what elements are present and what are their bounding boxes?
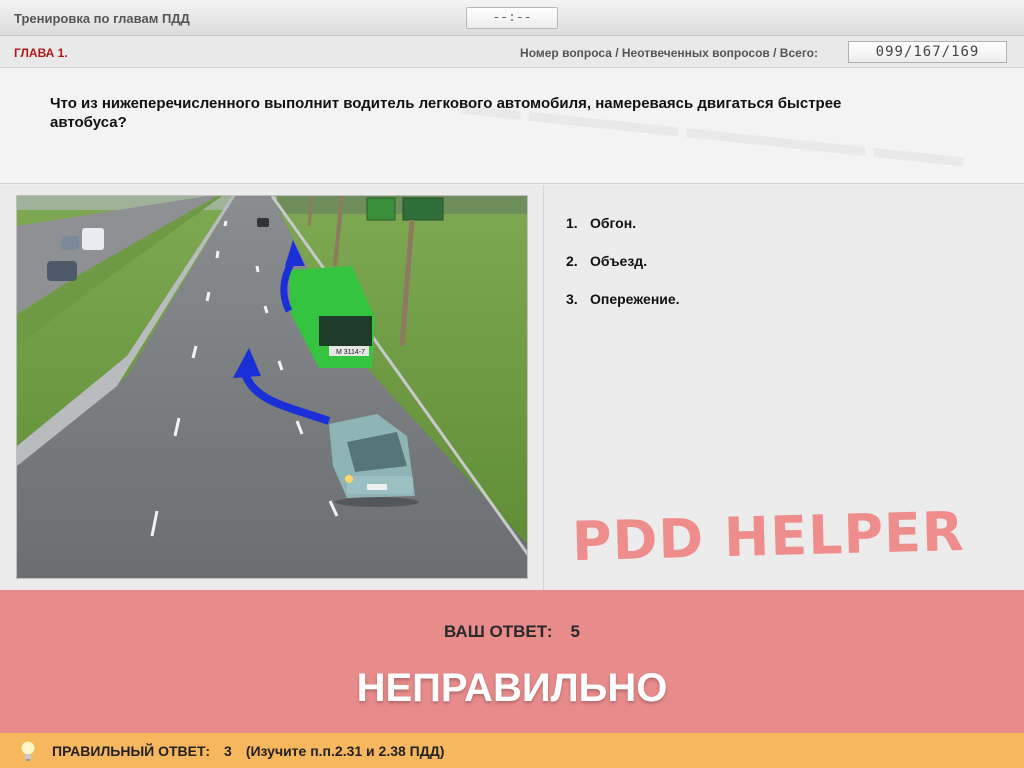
your-answer-value: 5 xyxy=(570,622,581,641)
answer-option-3[interactable]: 3. Опережение. xyxy=(566,291,1006,329)
question-counter: 099/167/169 xyxy=(848,41,1007,63)
answer-number: 3. xyxy=(566,291,578,307)
correct-answer-text: ПРАВИЛЬНЫЙ ОТВЕТ: 3 (Изучите п.п.2.31 и 2.… xyxy=(52,743,458,759)
correct-answer-bar: ПРАВИЛЬНЫЙ ОТВЕТ: 3 (Изучите п.п.2.31 и 2.… xyxy=(0,733,1024,768)
lightbulb-icon xyxy=(20,740,36,761)
bus-plate: М 3114-7 xyxy=(336,349,365,356)
answer-option-1[interactable]: 1. Обгон. xyxy=(566,215,1006,253)
road-scene-illustration: М 3114-7 xyxy=(17,196,527,578)
timer-display: --:-- xyxy=(466,7,558,29)
correct-answer-label: ПРАВИЛЬНЫЙ ОТВЕТ: xyxy=(52,743,211,759)
question-image: М 3114-7 xyxy=(16,195,528,579)
answer-text: Опережение. xyxy=(590,291,680,307)
answer-number: 1. xyxy=(566,215,578,231)
answer-text: Обгон. xyxy=(590,215,637,231)
your-answer-label: ВАШ ОТВЕТ: xyxy=(443,622,553,641)
rule-reference: (Изучите п.п.2.31 и 2.38 ПДД) xyxy=(245,743,445,759)
question-panel: ▬▬ ▬▬▬▬▬ ▬▬▬▬▬▬ ▬▬▬ Что из нижеперечисле… xyxy=(0,68,1024,184)
correct-answer-value: 3 xyxy=(224,743,232,759)
result-panel: ВАШ ОТВЕТ: 5 НЕПРАВИЛЬНО xyxy=(0,590,1024,733)
chapter-bar: ГЛАВА 1. Номер вопроса / Неотвеченных во… xyxy=(0,36,1024,68)
question-content: М 3114-7 1. Обгон. 2. Объезд. 3. Опережение… xyxy=(0,185,1024,590)
answer-text: Объезд. xyxy=(590,253,648,269)
top-toolbar: Тренировка по главам ПДД --:-- xyxy=(0,0,1024,36)
panel-divider xyxy=(543,185,544,590)
question-text: Что из нижеперечисленного выполнит водит… xyxy=(50,95,842,131)
verdict-text: НЕПРАВИЛЬНО xyxy=(356,666,668,710)
answer-number: 2. xyxy=(566,253,578,269)
app-title: Тренировка по главам ПДД xyxy=(14,11,190,26)
chapter-label: ГЛАВА 1. xyxy=(14,46,68,60)
answer-list: 1. Обгон. 2. Объезд. 3. Опережение. xyxy=(566,215,1006,329)
answer-option-2[interactable]: 2. Объезд. xyxy=(566,253,1006,291)
question-counter-label: Номер вопроса / Неотвеченных вопросов / … xyxy=(520,46,818,60)
brand-watermark: PDD HELPER xyxy=(571,499,966,574)
your-answer-line: ВАШ ОТВЕТ: 5 xyxy=(0,622,1024,642)
